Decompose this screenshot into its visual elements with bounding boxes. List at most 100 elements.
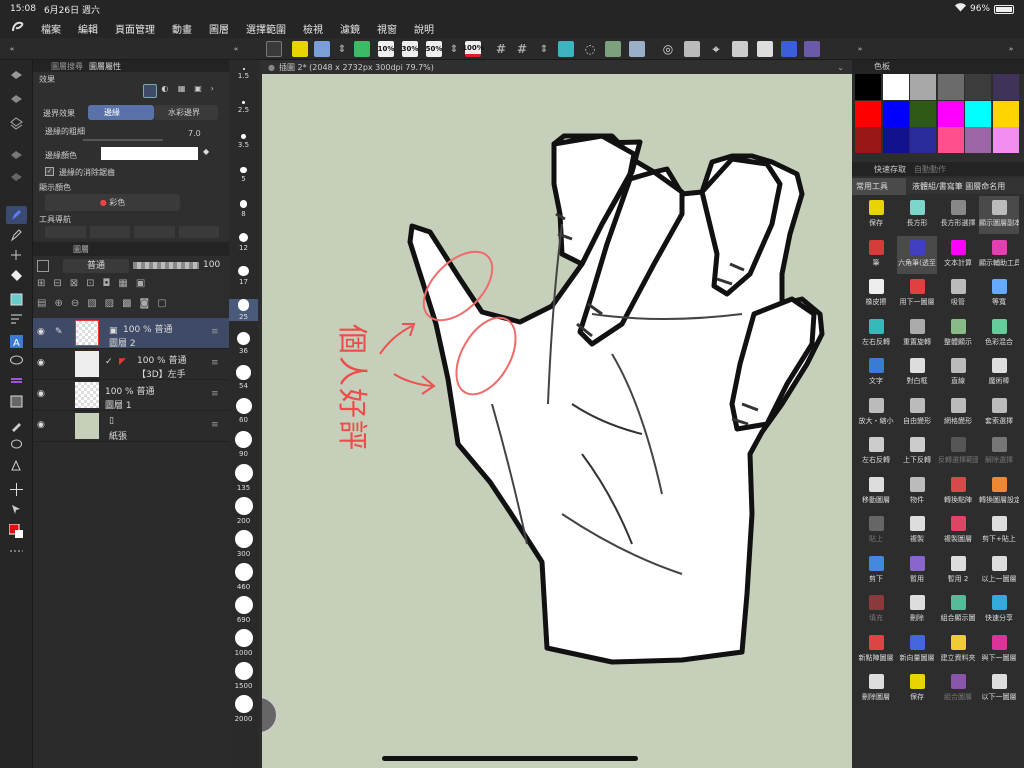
drag-handle-icon[interactable]: ≡ (211, 327, 219, 337)
quick-access-item[interactable]: 以下一圖層 (979, 670, 1019, 708)
color-swatch[interactable] (992, 74, 1019, 100)
quick-access-item[interactable]: 刪除圖層 (856, 670, 896, 708)
thickness-slider[interactable] (83, 139, 163, 141)
antialias-checkbox[interactable]: ✓ (45, 167, 54, 176)
drag-handle-icon[interactable]: ≡ (211, 420, 219, 430)
nav-button-4[interactable] (178, 226, 219, 238)
zoom-50-button[interactable]: 50% (426, 41, 442, 57)
color-set-icon[interactable] (804, 41, 820, 57)
layer-color-icon[interactable]: ▣ (194, 84, 206, 98)
color-swatch[interactable] (910, 100, 936, 127)
record-icon[interactable]: ◎ (660, 41, 676, 57)
ruler-icon[interactable]: # (514, 41, 530, 57)
quick-access-item[interactable]: 剪下 (856, 552, 896, 590)
quick-access-item[interactable]: 六角筆(透至 (897, 235, 937, 274)
border-effect-button[interactable] (143, 84, 158, 98)
quick-access-item[interactable]: 套索選擇 (979, 394, 1019, 432)
nav-button-1[interactable] (45, 226, 86, 238)
blend-mode-select[interactable]: 普通 (63, 259, 129, 273)
brush-size-item[interactable]: 200 (229, 497, 258, 525)
brush-size-item[interactable]: 1.5 (229, 68, 258, 80)
color-swatch[interactable] (855, 127, 881, 153)
layer-row[interactable]: ◉ ✎ ▣ 100 % 普通 圖層 2 ≡ (33, 318, 229, 349)
brush-size-item[interactable]: 17 (229, 266, 258, 286)
quick-access-item[interactable]: 筆 (856, 236, 896, 274)
object-tool-icon[interactable] (6, 500, 27, 518)
collapse-left-icon[interactable]: « (4, 41, 20, 57)
gradient-tool-icon[interactable] (6, 310, 27, 328)
quick-set-layer[interactable]: 液體組/書寫筆 圖層命名用 (906, 181, 1005, 192)
quick-access-item[interactable]: 吸管 (938, 275, 978, 313)
quick-access-item[interactable]: 解除選擇 (979, 433, 1019, 471)
menu-edit[interactable]: 編輯 (78, 21, 98, 36)
quick-access-item[interactable]: 轉換圖層設定 (979, 473, 1019, 511)
quick-access-item[interactable]: 反轉選擇範圍 (938, 433, 978, 471)
quick-access-item[interactable]: 複製 (897, 512, 937, 550)
quick-access-item[interactable]: 組合顯示圖 (938, 591, 978, 629)
quick-access-item[interactable]: 以上一圖層 (979, 552, 1019, 590)
zoom-30-button[interactable]: 30% (402, 41, 418, 57)
quick-access-item[interactable]: 整體顯示 (938, 315, 978, 353)
layer-row[interactable]: ◉ ▯ 紙張 ≡ (33, 411, 229, 442)
quick-access-item[interactable]: 左右反轉 (856, 315, 896, 353)
quick-access-item[interactable]: 色彩混合 (979, 315, 1019, 353)
layer-row[interactable]: ◉ 100 % 普通 圖層 1 ≡ (33, 380, 229, 411)
canvas[interactable]: 個人好評 (262, 74, 852, 768)
menu-view[interactable]: 檢視 (303, 21, 323, 36)
quick-access-item[interactable]: 新點陣圖層 (856, 631, 896, 669)
color-swatch[interactable] (965, 127, 991, 153)
quick-access-item[interactable]: 用下一圖層 (897, 275, 937, 313)
fit-icon[interactable] (605, 41, 621, 57)
display-color-select[interactable]: ● 彩色 (45, 194, 180, 211)
select-icon[interactable] (732, 41, 748, 57)
quick-access-item[interactable]: 建立資料夾 (938, 631, 978, 669)
balloon-tool-icon[interactable] (6, 352, 27, 370)
quick-access-item[interactable]: 等寬 (979, 275, 1019, 313)
text-tool-icon[interactable]: A (6, 332, 27, 350)
blend-tool-icon[interactable] (6, 456, 27, 474)
border-color-swatch[interactable] (101, 147, 198, 160)
quick-access-item[interactable]: 文本計算 (938, 236, 978, 274)
brush-size-item[interactable]: 8 (229, 200, 258, 218)
layer-tool-icon[interactable] (6, 66, 27, 84)
quick-access-item[interactable]: 新向量圖層 (897, 631, 937, 669)
menu-window[interactable]: 視窗 (377, 21, 397, 36)
brush-size-item[interactable]: 1000 (229, 629, 258, 657)
eyedropper-tool-icon[interactable] (6, 416, 27, 434)
quick-access-item[interactable]: 顯示輔助工具 (979, 236, 1019, 274)
lasso-icon[interactable]: ◌ (582, 41, 598, 57)
layer-copy-icon[interactable] (6, 146, 27, 164)
move-tool-icon[interactable] (6, 480, 27, 498)
collapse-right-icon[interactable]: » (852, 41, 868, 57)
brush-size-item[interactable]: 36 (229, 332, 258, 355)
eye-icon[interactable]: ◉ (37, 420, 45, 430)
tab-quick-access[interactable]: 快速存取 (874, 164, 906, 175)
quick-set-common[interactable]: 常用工具 (852, 177, 906, 195)
zoom-10-button[interactable]: 10% (378, 41, 394, 57)
tab-auto-action[interactable]: 自動動作 (914, 164, 946, 175)
flip-icon[interactable] (558, 41, 574, 57)
quick-access-item[interactable]: 長方形 (897, 196, 937, 234)
thickness-value[interactable]: 7.0 (188, 129, 201, 138)
brush-size-item[interactable]: 690 (229, 596, 258, 624)
color-swatch[interactable] (937, 74, 964, 100)
zoom-stepper-icon[interactable]: ⇕ (446, 41, 462, 57)
menu-selection[interactable]: 選擇範圍 (246, 21, 286, 36)
quick-access-item[interactable]: 物件 (897, 473, 937, 511)
image-icon[interactable] (684, 41, 700, 57)
collapse-far-right-icon[interactable]: » (1003, 41, 1019, 57)
quick-access-item[interactable]: 魔術棒 (979, 354, 1019, 392)
color-swatch[interactable] (937, 127, 964, 153)
quick-access-item[interactable]: 填充 (856, 591, 896, 629)
lasso-tool-icon[interactable] (6, 436, 27, 454)
layer-color-box[interactable] (37, 260, 49, 272)
zoom-100-button[interactable]: 100% (462, 41, 484, 57)
nav-button-3[interactable] (134, 226, 175, 238)
quick-access-item[interactable]: 對白框 (897, 354, 937, 392)
sparkle-tool-icon[interactable] (6, 246, 27, 264)
quick-access-item[interactable]: 顯示圖層副本 (979, 196, 1019, 234)
layer-action-icons[interactable]: ▤⊕⊖▧▨▩◙▢ (37, 298, 225, 312)
quick-access-item[interactable]: 長方形選擇 (938, 196, 978, 234)
fill-tool-icon[interactable] (6, 290, 27, 308)
quick-access-item[interactable]: 網格變形 (938, 394, 978, 432)
